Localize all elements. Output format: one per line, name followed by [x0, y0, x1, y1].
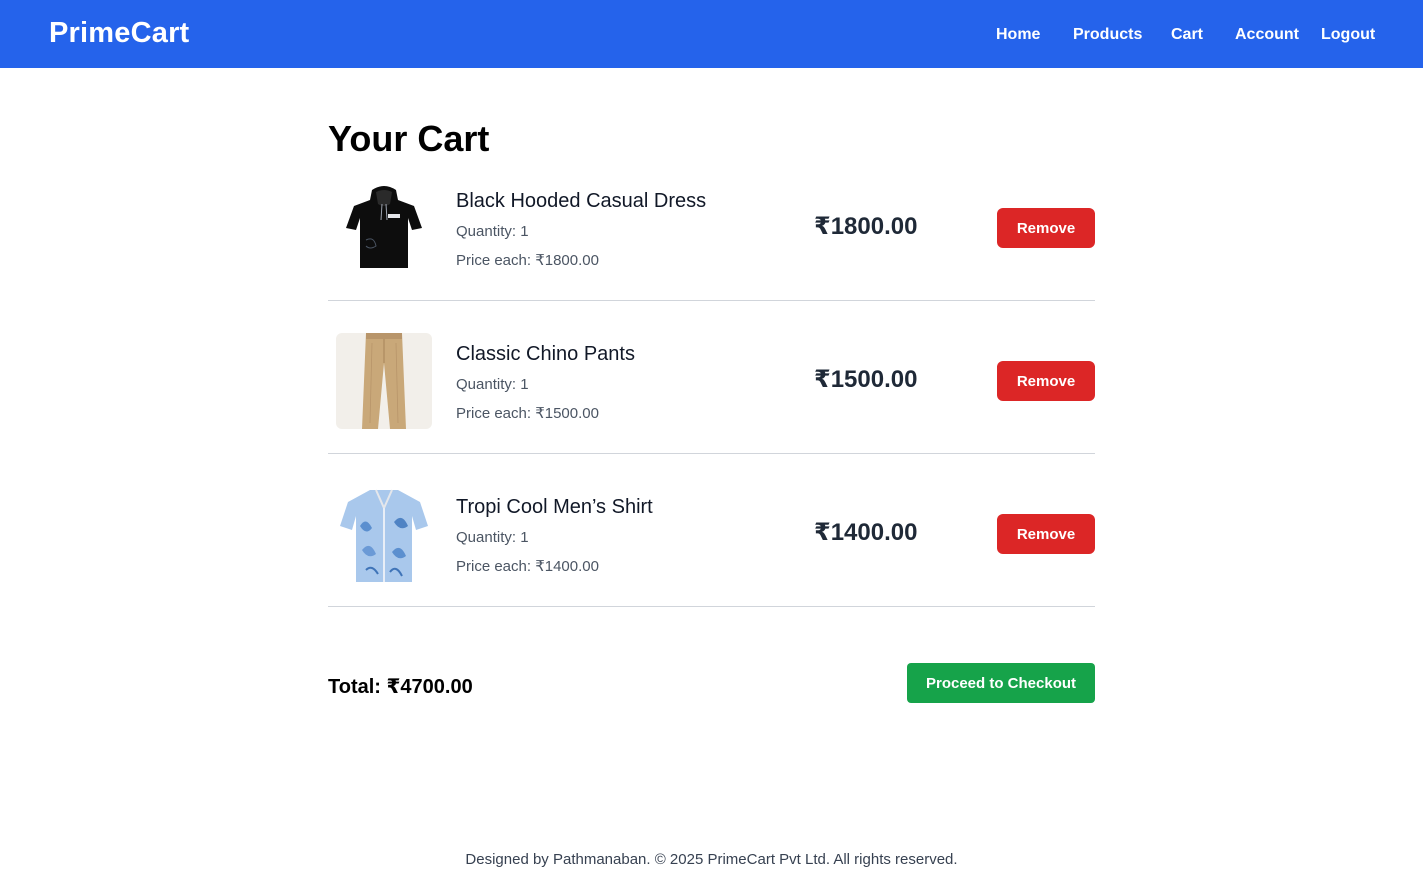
item-name: Black Hooded Casual Dress [456, 190, 707, 212]
cart-item: Black Hooded Casual Dress Quantity: 1 Pr… [328, 148, 1095, 301]
item-quantity: Quantity: 1 [456, 223, 529, 240]
remove-button[interactable]: Remove [997, 361, 1095, 401]
cart-total: Total: ₹4700.00 [328, 676, 473, 698]
checkout-button[interactable]: Proceed to Checkout [907, 663, 1095, 703]
tropical-shirt-image [336, 486, 432, 582]
remove-button[interactable]: Remove [997, 514, 1095, 554]
chino-pants-image [336, 333, 432, 429]
item-name: Classic Chino Pants [456, 343, 635, 365]
item-quantity: Quantity: 1 [456, 529, 529, 546]
item-price-each: Price each: ₹1500.00 [456, 405, 599, 422]
cart-item: Tropi Cool Men’s Shirt Quantity: 1 Price… [328, 454, 1095, 607]
item-subtotal: ₹1400.00 [814, 519, 918, 546]
item-price-each: Price each: ₹1400.00 [456, 558, 599, 575]
item-subtotal: ₹1800.00 [814, 213, 918, 240]
black-hoodie-image [336, 180, 432, 276]
nav-cart-link[interactable]: Cart [1171, 26, 1203, 44]
remove-button[interactable]: Remove [997, 208, 1095, 248]
nav-home-link[interactable]: Home [996, 26, 1040, 44]
item-subtotal: ₹1500.00 [814, 366, 918, 393]
item-price-each: Price each: ₹1800.00 [456, 252, 599, 269]
nav-links: Home Products Cart Account Logout [0, 26, 1423, 46]
nav-logout-link[interactable]: Logout [1321, 26, 1375, 44]
nav-products-link[interactable]: Products [1073, 26, 1142, 44]
cart-item: Classic Chino Pants Quantity: 1 Price ea… [328, 301, 1095, 454]
top-navbar: PrimeCart Home Products Cart Account Log… [0, 0, 1423, 68]
item-name: Tropi Cool Men’s Shirt [456, 496, 653, 518]
footer-text: Designed by Pathmanaban. © 2025 PrimeCar… [465, 851, 958, 868]
item-quantity: Quantity: 1 [456, 376, 529, 393]
nav-account-link[interactable]: Account [1235, 26, 1299, 44]
